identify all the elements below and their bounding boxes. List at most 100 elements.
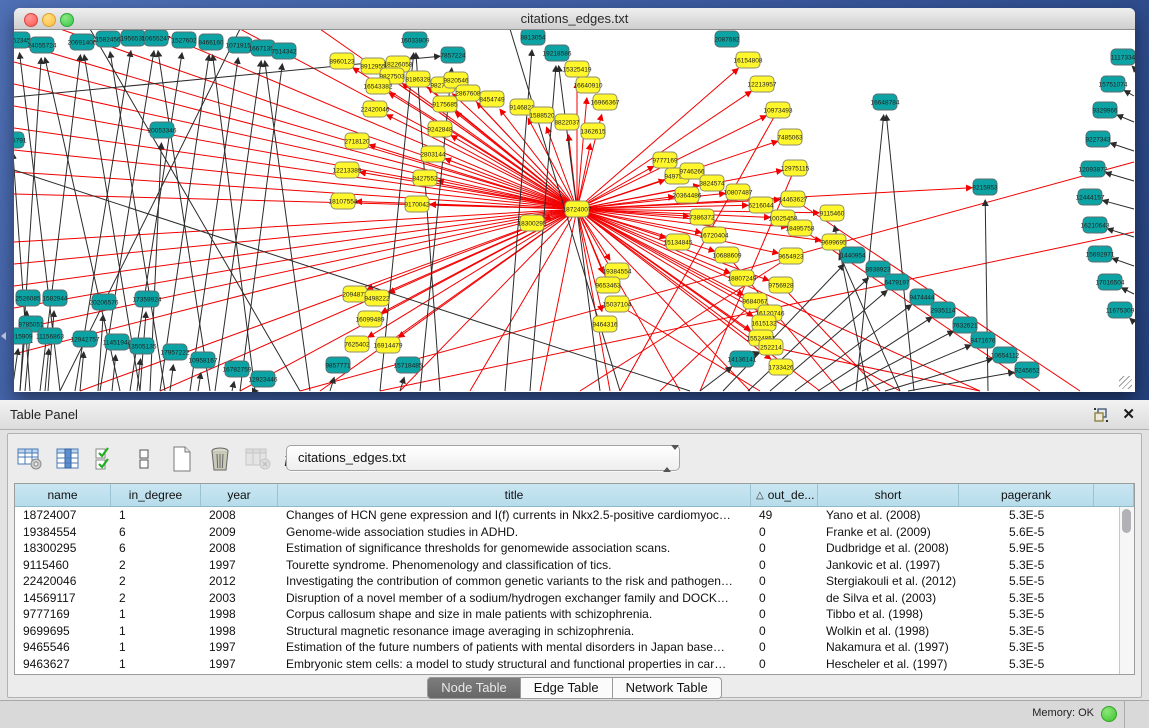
graph-node[interactable]: 14136141 [728, 351, 757, 367]
panel-collapse-arrow-icon[interactable] [1, 332, 6, 340]
graph-node[interactable]: 16640910 [574, 77, 603, 93]
graph-node[interactable]: 8427552 [412, 170, 438, 186]
table-row[interactable]: 2242004622012Investigating the contribut… [15, 573, 1134, 590]
graph-node[interactable]: 1362615 [580, 123, 606, 139]
graph-node[interactable]: 15718485 [394, 357, 423, 373]
graph-node[interactable]: 15325419 [563, 61, 592, 77]
graph-node[interactable]: 8186328 [405, 71, 431, 87]
graph-node[interactable]: 24055724 [28, 37, 57, 53]
graph-node[interactable]: 10655247 [142, 30, 171, 46]
column-header-pagerank[interactable]: pagerank [959, 484, 1094, 506]
table-row[interactable]: 946554611997Estimation of the future num… [15, 639, 1134, 656]
table-row[interactable]: 969969511998Structural magnetic resonanc… [15, 623, 1134, 640]
graph-node[interactable]: 22420046 [361, 101, 390, 117]
column-chooser-icon[interactable] [54, 445, 82, 473]
network-canvas[interactable]: 1872400789601238912955182260589827503165… [14, 30, 1135, 392]
resize-grip-icon[interactable] [1119, 376, 1132, 389]
graph-node[interactable]: 8471676 [970, 332, 996, 348]
graph-node[interactable]: 15692971 [1086, 246, 1115, 262]
graph-node[interactable]: 9227343 [1085, 131, 1111, 147]
table-row[interactable]: 1872400712008Changes of HCN gene express… [15, 507, 1134, 524]
tab-node-table[interactable]: Node Table [427, 677, 521, 699]
graph-node[interactable]: 8215953 [972, 179, 998, 195]
table-scrollbar[interactable] [1119, 507, 1134, 674]
graph-node[interactable]: 16648784 [871, 94, 900, 110]
graph-node[interactable]: 20515791 [14, 132, 27, 148]
graph-node[interactable]: 12093872 [1079, 161, 1108, 177]
graph-node[interactable]: 9115460 [820, 205, 845, 221]
table-row[interactable]: 1938455462009Genome-wide association stu… [15, 524, 1134, 541]
graph-node[interactable]: 10958167 [189, 352, 218, 368]
tab-network-table[interactable]: Network Table [613, 677, 722, 699]
graph-node[interactable]: 20206576 [90, 294, 119, 310]
graph-node[interactable]: 18724007 [563, 201, 592, 217]
graph-node[interactable]: 1588520 [529, 107, 555, 123]
graph-node[interactable]: 19218586 [543, 45, 572, 61]
graph-node[interactable]: 8960123 [329, 53, 355, 69]
graph-node[interactable]: 12923446 [249, 371, 278, 387]
graph-node[interactable]: 1117334 [1111, 49, 1135, 65]
graph-node[interactable]: 2526085 [15, 290, 41, 306]
graph-node[interactable]: 17957222 [161, 344, 190, 360]
graph-node[interactable]: 2867608 [455, 85, 481, 101]
graph-node[interactable]: 9464316 [592, 316, 618, 332]
graph-node[interactable]: 8822037 [554, 114, 580, 130]
graph-node[interactable]: 1440954 [840, 247, 866, 263]
graph-node[interactable]: 16914479 [374, 337, 403, 353]
graph-node[interactable]: 13505135 [128, 338, 157, 354]
graph-node[interactable]: 9777169 [652, 152, 678, 168]
column-header-short[interactable]: short [818, 484, 959, 506]
graph-node[interactable]: 9498222 [364, 290, 390, 306]
graph-node[interactable]: 10973493 [764, 102, 793, 118]
graph-node[interactable]: 16099489 [356, 311, 385, 327]
window-titlebar[interactable]: citations_edges.txt [14, 8, 1135, 30]
graph-node[interactable]: 15751074 [1099, 76, 1128, 92]
graph-node[interactable]: 10654112 [991, 347, 1020, 363]
row-height-icon[interactable] [130, 445, 158, 473]
graph-node[interactable]: 16543382 [364, 78, 393, 94]
column-header-title[interactable]: title [278, 484, 751, 506]
graph-node[interactable]: 9857771 [325, 357, 351, 373]
graph-node[interactable]: 7485063 [777, 129, 803, 145]
graph-node[interactable]: 14463627 [779, 191, 808, 207]
graph-node[interactable]: 1582944 [42, 290, 68, 306]
graph-node[interactable]: 2935114 [931, 302, 956, 318]
graph-node[interactable]: 6216044 [748, 197, 774, 213]
table-row[interactable]: 1830029562008Estimation of significance … [15, 540, 1134, 557]
graph-node[interactable]: 3824574 [699, 175, 725, 191]
graph-node[interactable]: 2803144 [420, 146, 446, 162]
graph-node[interactable]: 10807487 [724, 184, 753, 200]
column-header-year[interactable]: year [201, 484, 278, 506]
graph-node[interactable]: 9756928 [768, 277, 794, 293]
graph-node[interactable]: 18300295 [518, 215, 547, 231]
graph-node[interactable]: 9245652 [1014, 362, 1040, 378]
new-table-icon[interactable] [168, 445, 196, 473]
graph-node[interactable]: 9242848 [427, 121, 453, 137]
table-settings-icon[interactable] [16, 445, 44, 473]
table-row[interactable]: 1456911722003Disruption of a novel membe… [15, 590, 1134, 607]
column-header-in_degree[interactable]: in_degree [111, 484, 201, 506]
graph-node[interactable]: 11675309 [1106, 302, 1135, 318]
graph-node[interactable]: 7625402 [344, 336, 370, 352]
graph-node[interactable]: 2087682 [714, 31, 740, 47]
graph-node[interactable]: 9170042 [404, 196, 430, 212]
graph-node[interactable]: 18495758 [786, 220, 815, 236]
delete-column-icon[interactable] [244, 445, 272, 473]
graph-node[interactable]: 252214 [759, 339, 783, 355]
graph-node[interactable]: 1733426 [768, 359, 794, 375]
graph-node[interactable]: 9175685 [432, 96, 458, 112]
graph-node[interactable]: 3915909 [14, 328, 33, 344]
graph-node[interactable]: 16210643 [1081, 217, 1110, 233]
graph-node[interactable]: 17016504 [1096, 274, 1125, 290]
graph-node[interactable]: 9653463 [595, 277, 621, 293]
graph-node[interactable]: 12942757 [71, 331, 100, 347]
table-row[interactable]: 977716911998Corpus callosum shape and si… [15, 606, 1134, 623]
graph-node[interactable]: 1527602 [171, 32, 197, 48]
graph-node[interactable]: 9654923 [778, 248, 804, 264]
table-select-combo[interactable]: citations_edges.txt [286, 445, 680, 471]
tab-edge-table[interactable]: Edge Table [521, 677, 613, 699]
graph-node[interactable]: 7386372 [689, 209, 715, 225]
delete-table-icon[interactable] [206, 445, 234, 473]
scrollbar-thumb[interactable] [1122, 509, 1131, 533]
graph-node[interactable]: 18107554 [329, 193, 358, 209]
